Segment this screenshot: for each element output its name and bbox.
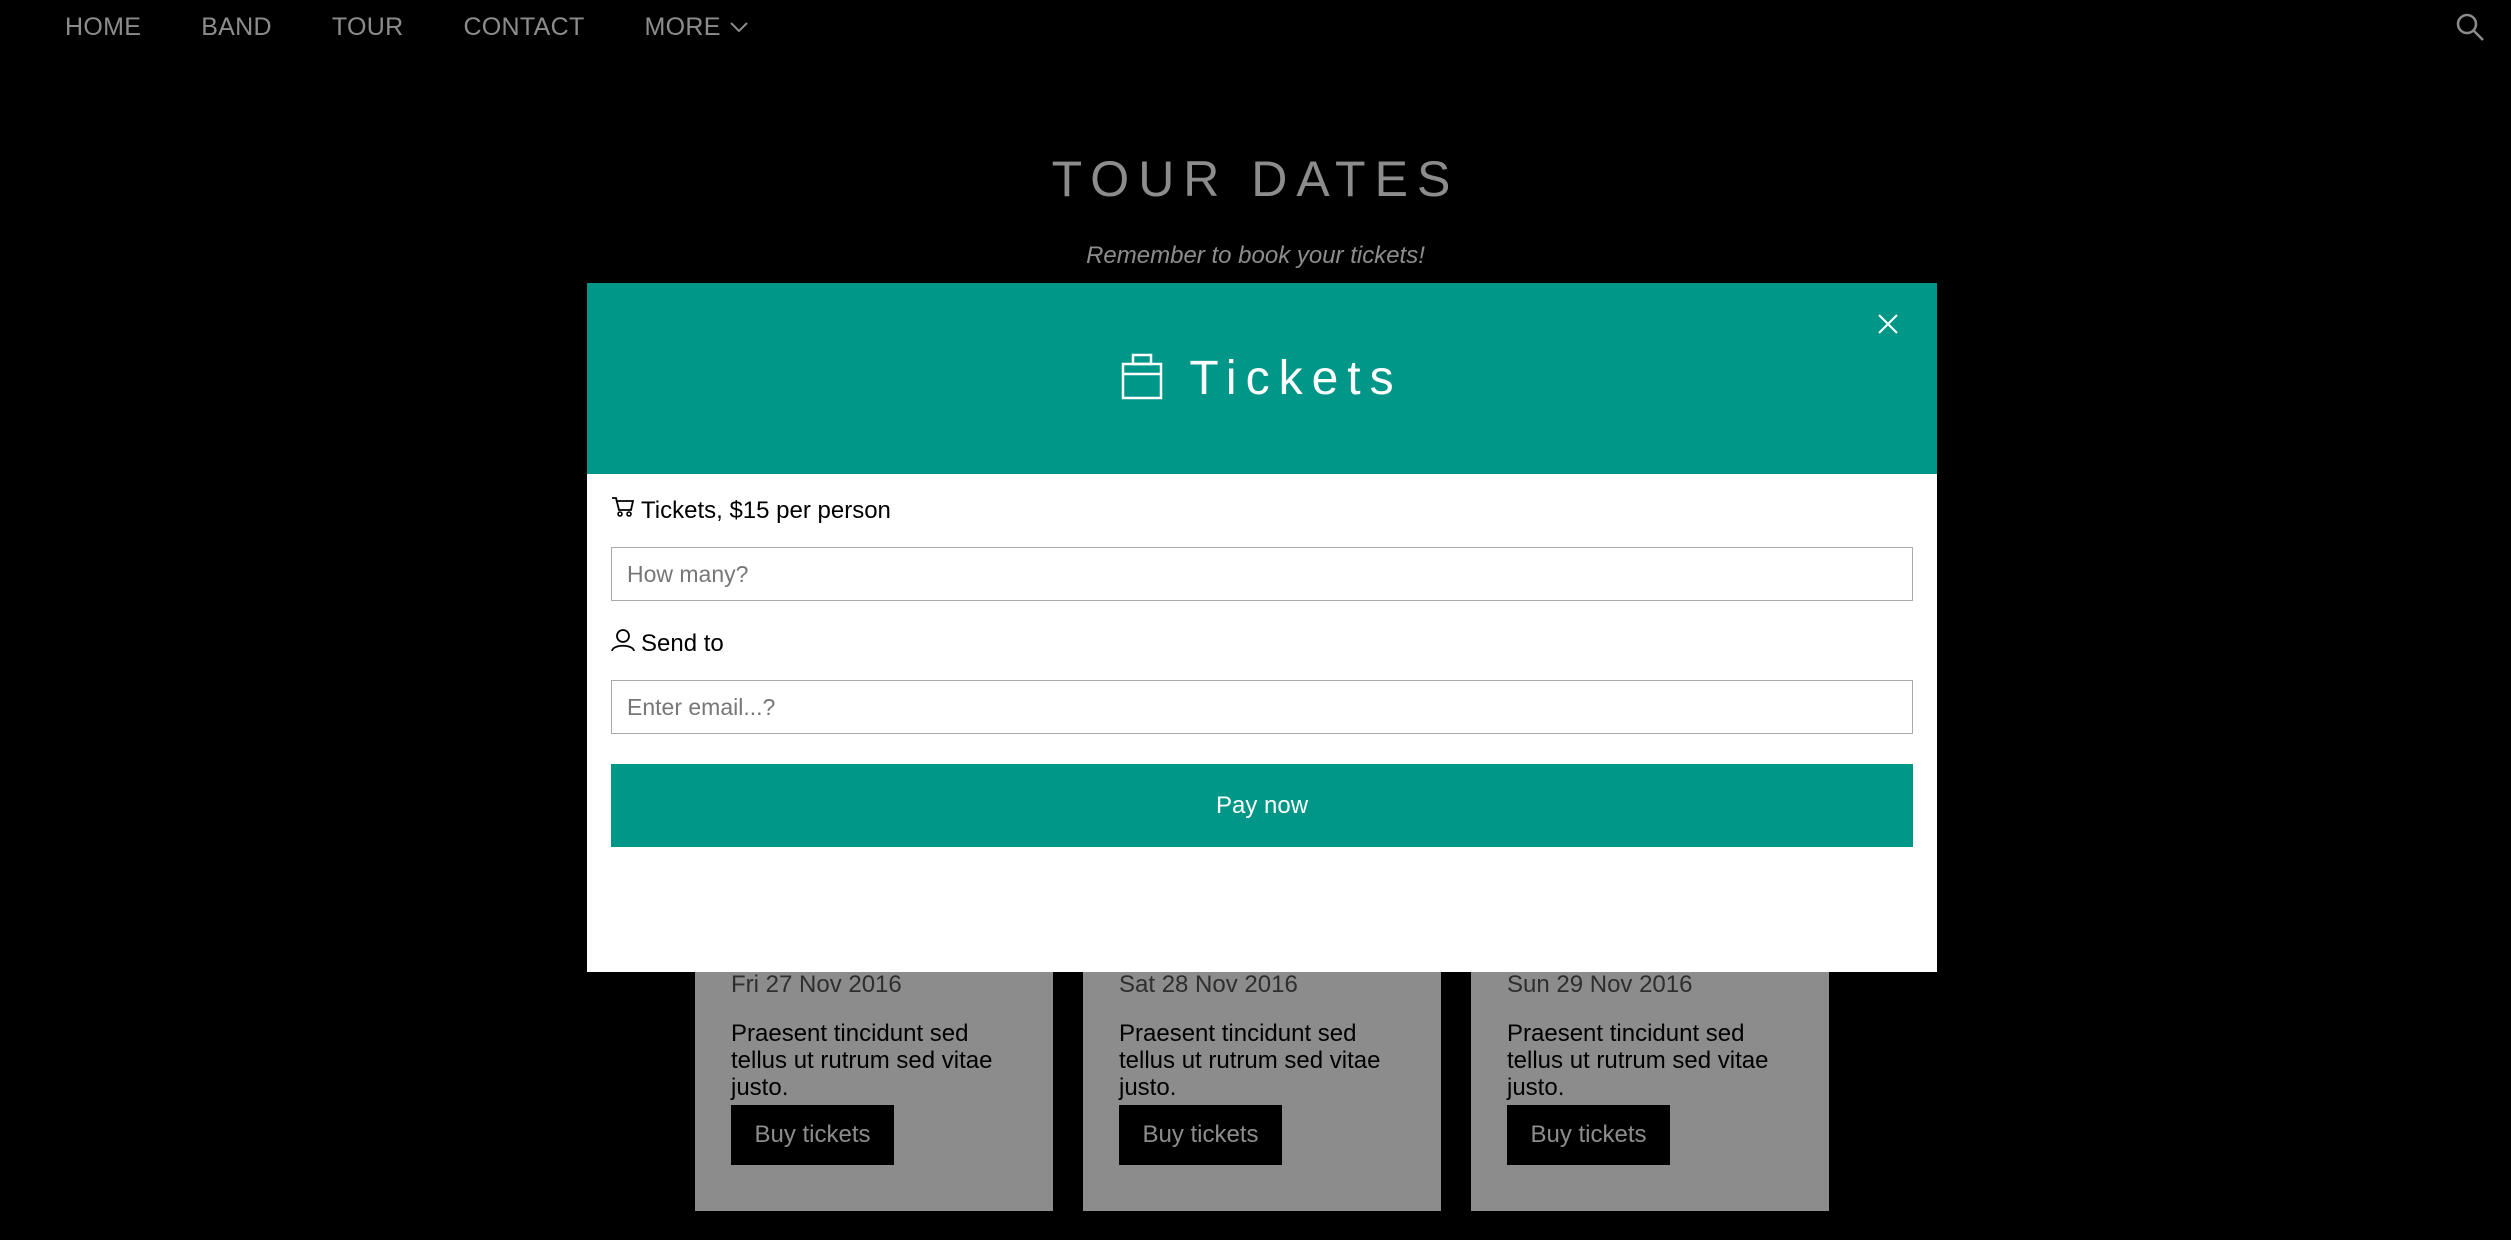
user-icon (611, 628, 641, 659)
tickets-modal: Tickets Tickets, $15 per person How many… (587, 283, 1937, 972)
ticket-quantity-input[interactable] (611, 547, 1913, 601)
send-to-label-text: Send to (641, 629, 724, 657)
send-to-label: Send to (611, 628, 724, 659)
modal-header: Tickets (587, 283, 1937, 474)
modal-title-text: Tickets (1189, 352, 1403, 405)
close-icon[interactable] (1867, 303, 1909, 345)
tickets-label-text: Tickets, $15 per person (641, 496, 891, 524)
email-input[interactable] (611, 680, 1913, 734)
page: HOME BAND TOUR CONTACT MORE TOUR DATES R… (0, 0, 2511, 1240)
cart-icon (611, 496, 641, 525)
briefcase-icon (1121, 352, 1163, 405)
pay-now-button[interactable]: Pay now (611, 764, 1913, 847)
tickets-label: Tickets, $15 per person (611, 496, 891, 525)
modal-title: Tickets (587, 283, 1937, 474)
